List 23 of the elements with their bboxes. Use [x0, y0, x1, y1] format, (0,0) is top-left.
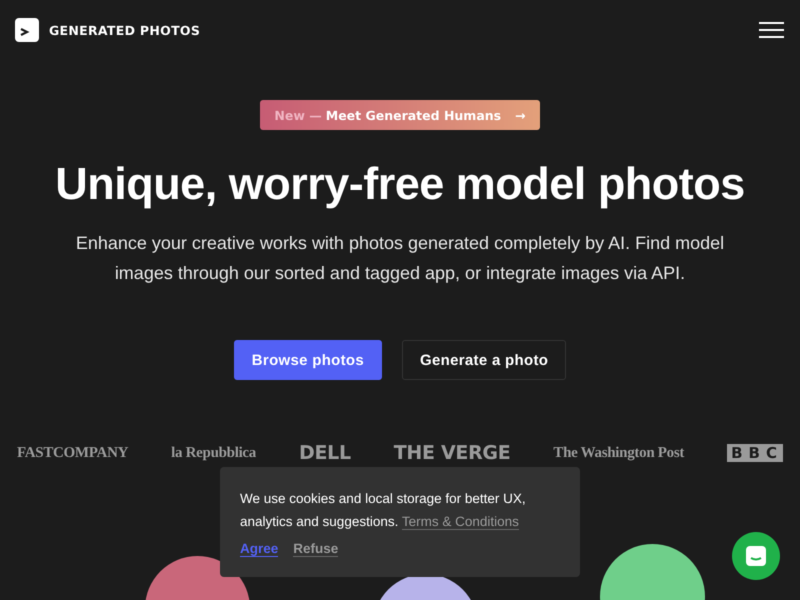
- cookie-text: We use cookies and local storage for better UX, analytics and suggestions. Terms & Conditions: [240, 490, 527, 532]
- chat-button[interactable]: [732, 532, 780, 580]
- hero-title: Unique, worry-free model photos: [55, 158, 745, 210]
- press-logo: THE VERGE: [394, 442, 510, 464]
- new-tag: New —: [274, 108, 322, 122]
- refuse-link[interactable]: Refuse: [293, 541, 338, 557]
- logo-icon: [15, 18, 39, 42]
- press-logo: DELL: [298, 442, 351, 464]
- announcement-banner[interactable]: New — Meet Generated Humans →: [260, 100, 540, 130]
- generate-button[interactable]: Generate a photo: [402, 340, 566, 380]
- announcement-text: Meet Generated Humans: [326, 108, 502, 122]
- hero-subtitle: Enhance your creative works with photos generated completely by AI. Find model images through our sorted and tagged app, or integrate images via API.: [74, 232, 726, 285]
- terms-link[interactable]: Terms & Conditions: [402, 514, 519, 530]
- agree-link[interactable]: Agree: [240, 541, 278, 557]
- menu-icon[interactable]: [759, 21, 784, 39]
- press-logo: BBC: [727, 444, 783, 462]
- press-logo: The Washington Post: [553, 444, 684, 462]
- press-logo: FASTCOMPANY: [17, 444, 128, 462]
- arrow-glyph: →: [515, 108, 526, 122]
- press-logo: la Repubblica: [171, 444, 256, 462]
- brand-name: GENERATED PHOTOS: [49, 22, 200, 38]
- chat-icon: [744, 544, 768, 568]
- browse-button[interactable]: Browse photos: [234, 340, 382, 380]
